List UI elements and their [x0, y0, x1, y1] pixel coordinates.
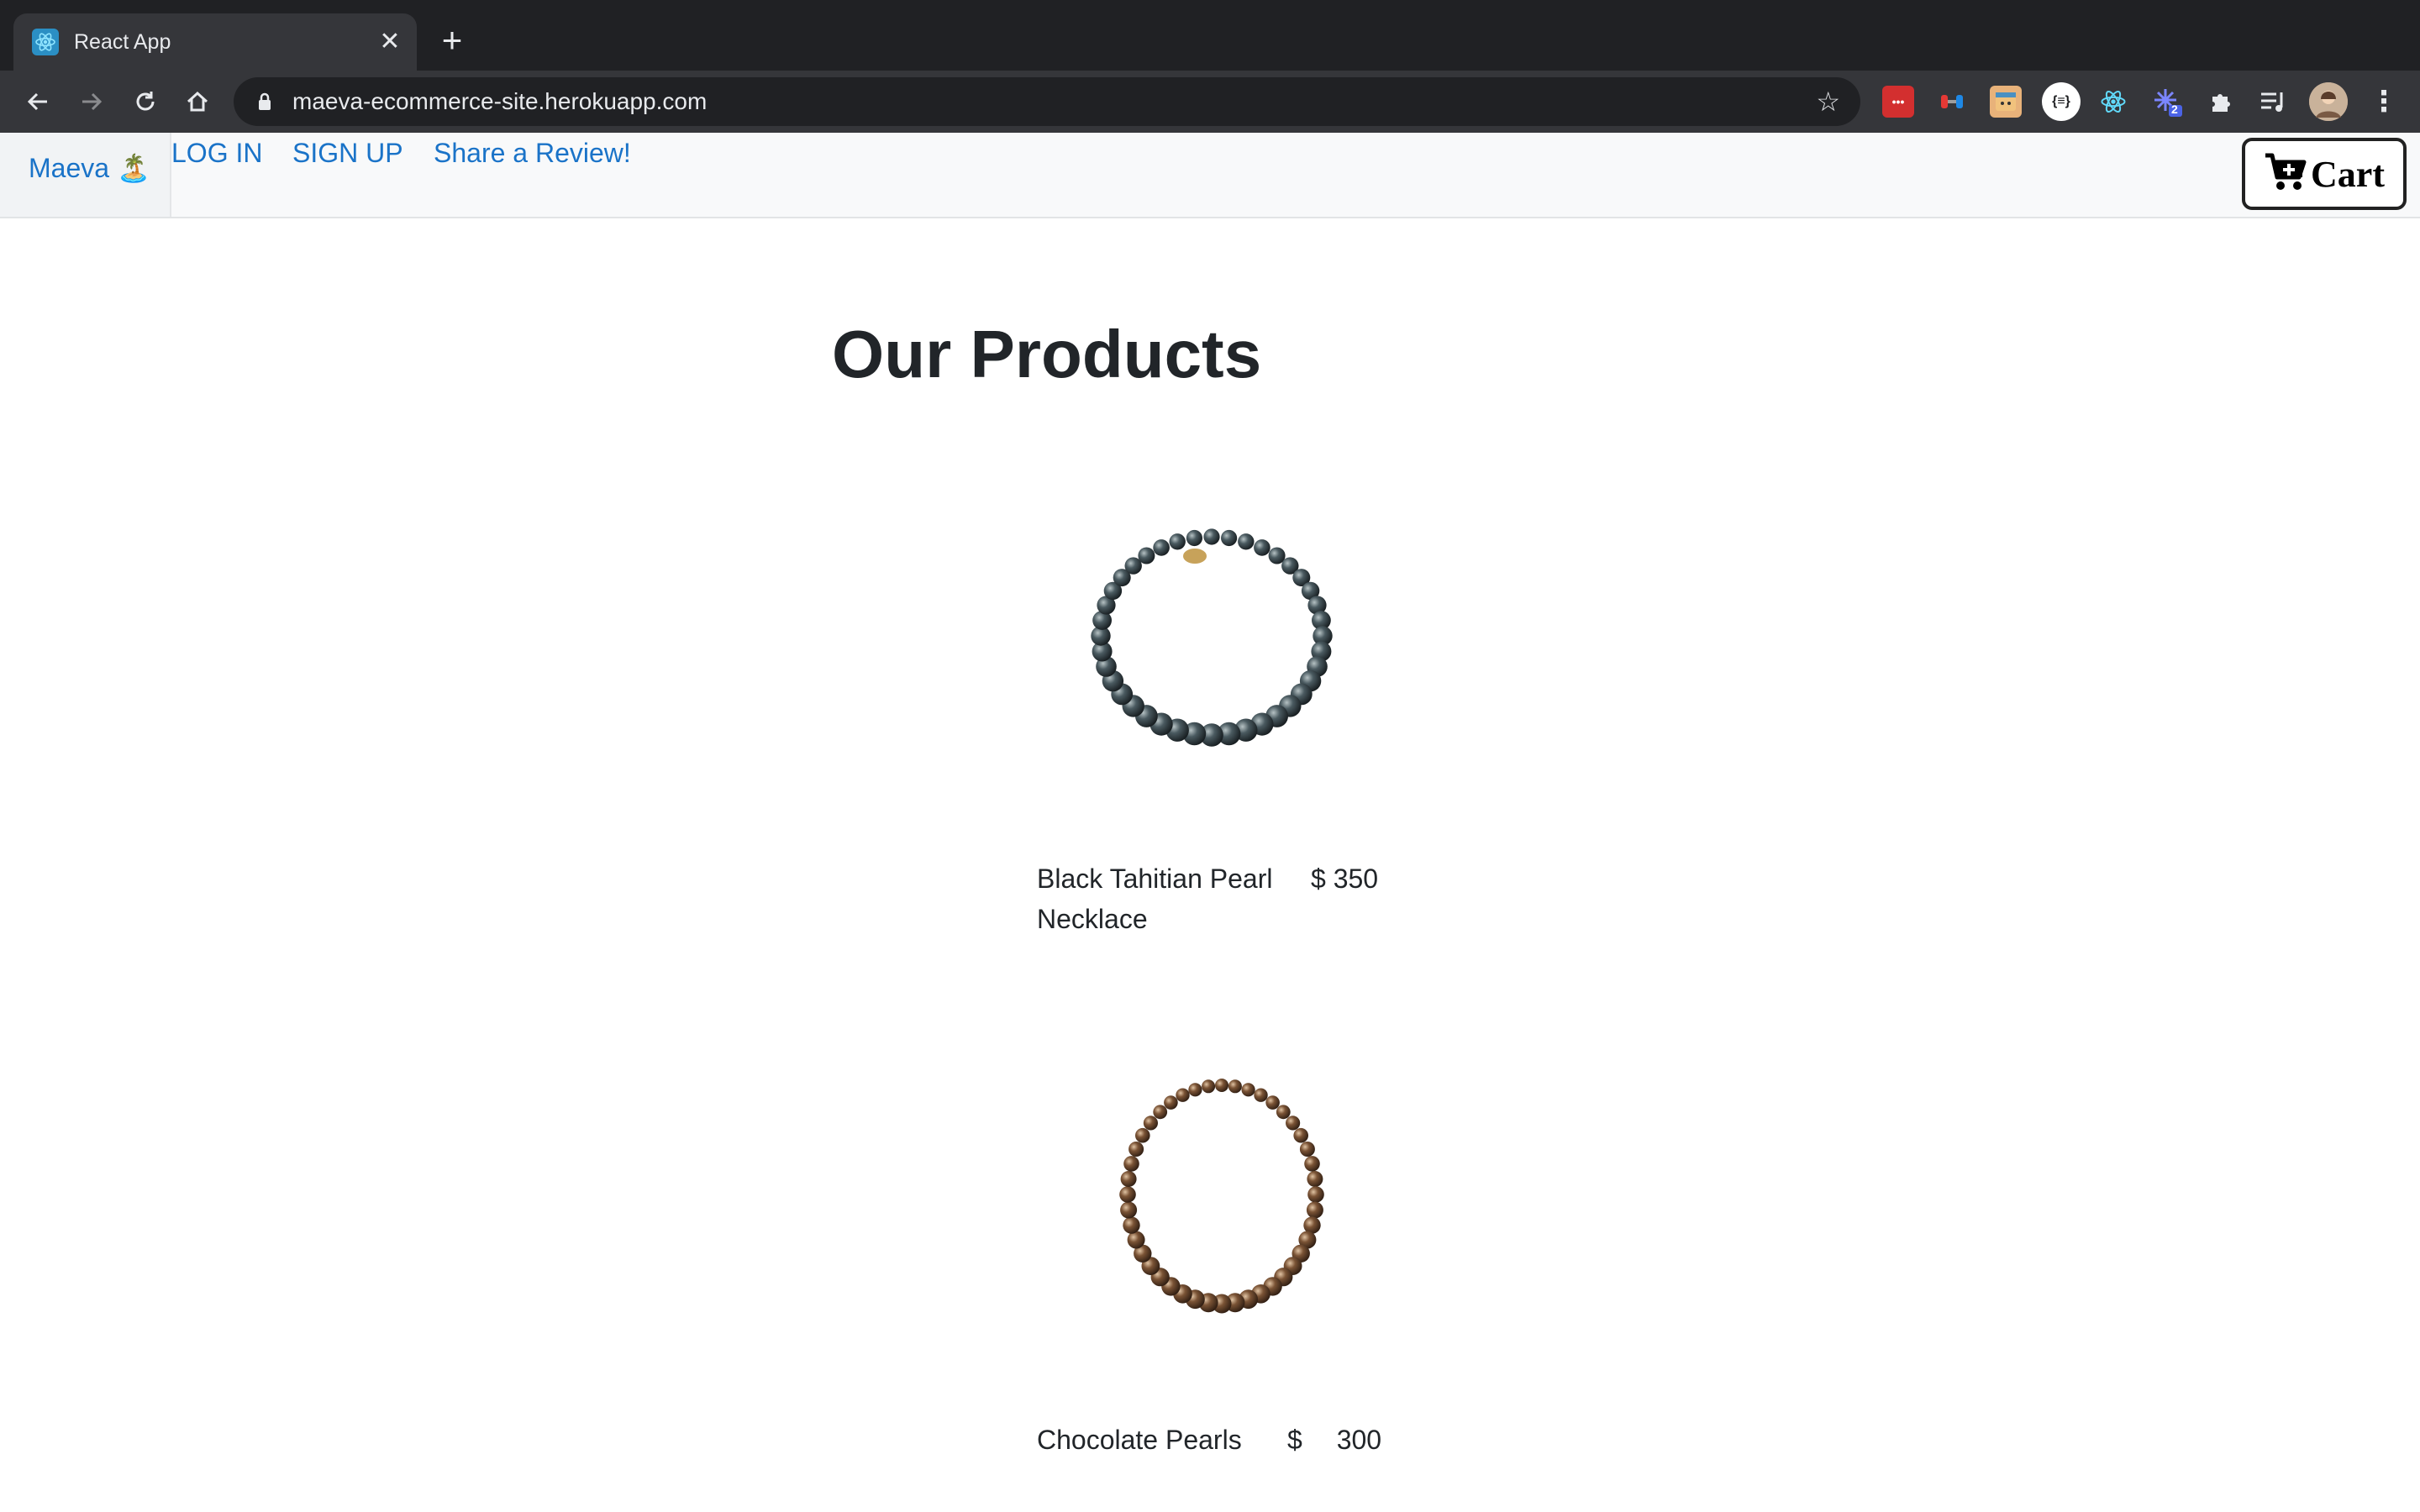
pearl: [1276, 1105, 1291, 1120]
loading-extension-icon[interactable]: 2: [2151, 86, 2183, 118]
brand-label: Maeva 🏝️: [29, 153, 150, 183]
price-value: 300: [1336, 1425, 1382, 1455]
signup-link[interactable]: SIGN UP: [292, 136, 403, 170]
pearl: [1188, 1083, 1202, 1097]
pearl: [1306, 1201, 1323, 1219]
pearl: [1203, 528, 1220, 545]
bookmark-star-icon[interactable]: ☆: [1816, 87, 1840, 116]
pearl: [1228, 1079, 1242, 1094]
page-title: Our Products: [832, 312, 1261, 396]
share-review-link[interactable]: Share a Review!: [434, 136, 631, 170]
puzzle-icon[interactable]: [2205, 86, 2237, 118]
extension-badge: 2: [2171, 102, 2178, 116]
pearl: [1169, 533, 1186, 550]
product-price: $ 350: [1311, 858, 1378, 899]
pearl: [1254, 539, 1270, 556]
price-currency: $: [1311, 864, 1326, 894]
pearl: [1286, 1116, 1301, 1131]
tab-title: React App: [74, 30, 171, 54]
pearl: [1202, 1079, 1216, 1094]
forward-icon[interactable]: [74, 84, 109, 119]
page-title-part2: Products: [970, 317, 1262, 391]
pearl: [1120, 1201, 1138, 1219]
pearl: [1135, 1127, 1150, 1143]
reload-icon[interactable]: [128, 84, 163, 119]
price-value: 350: [1333, 864, 1379, 894]
product-card[interactable]: Chocolate Pearls $ 300: [1037, 1052, 1407, 1505]
pearl: [1128, 1142, 1144, 1157]
brand-link[interactable]: Maeva 🏝️: [0, 133, 171, 217]
lock-icon: [257, 92, 272, 115]
pearl: [1304, 1156, 1320, 1172]
pearl: [1221, 529, 1238, 547]
browser-toolbar: maeva-ecommerce-site.herokuapp.com ☆ •••…: [0, 71, 2420, 133]
black-pearl-necklace-image[interactable]: [1087, 522, 1356, 791]
cart-label: Cart: [2311, 153, 2385, 195]
pearl: [1215, 1079, 1228, 1092]
product-card[interactable]: Black Tahitian Pearl Necklace $ 350: [1037, 504, 1407, 941]
pearl: [1127, 1231, 1145, 1249]
pearl: [1238, 533, 1255, 550]
home-icon[interactable]: [180, 84, 215, 119]
close-tab-icon[interactable]: ✕: [375, 27, 405, 57]
json-viewer-icon[interactable]: {≡}: [2042, 82, 2081, 121]
pearl: [1153, 539, 1170, 556]
cart-icon: [2264, 152, 2307, 197]
back-icon[interactable]: [20, 84, 55, 119]
new-tab-icon[interactable]: +: [435, 23, 469, 58]
pearl: [1241, 1083, 1255, 1097]
pearl: [1307, 1171, 1323, 1187]
pearl: [1123, 1156, 1139, 1172]
product-name: Chocolate Pearls: [1037, 1425, 1242, 1455]
pearl: [1176, 1088, 1190, 1102]
pearl: [1143, 1116, 1158, 1131]
pearl: [1265, 1095, 1280, 1110]
site-navbar: Maeva 🏝️ LOG IN SIGN UP Share a Review! …: [0, 133, 2420, 218]
lastpass-icon[interactable]: •••: [1882, 86, 1914, 118]
react-favicon-icon: [32, 29, 59, 55]
pearl: [1164, 1095, 1178, 1110]
pearl: [1138, 547, 1155, 564]
pearl: [1254, 1088, 1268, 1102]
menu-dots-icon[interactable]: ⋮: [2368, 86, 2400, 118]
pearl: [1299, 1142, 1315, 1157]
pearl: [1186, 529, 1202, 547]
pearl: [1293, 1127, 1308, 1143]
react-devtools-icon[interactable]: [2097, 86, 2129, 118]
avatar[interactable]: [2309, 82, 2348, 121]
colorpick-icon[interactable]: [1936, 86, 1968, 118]
browser-tabstrip: React App ✕ +: [0, 0, 2420, 71]
pearl: [1120, 1171, 1137, 1187]
playlist-icon[interactable]: [2257, 86, 2289, 118]
url-text: maeva-ecommerce-site.herokuapp.com: [292, 88, 708, 114]
page-title-part1: Our: [832, 317, 952, 391]
fox-icon[interactable]: [1990, 86, 2022, 118]
address-bar[interactable]: maeva-ecommerce-site.herokuapp.com ☆: [234, 77, 1860, 126]
price-currency: $: [1287, 1425, 1302, 1455]
pearl: [1119, 1186, 1136, 1203]
product-name: Black Tahitian Pearl Necklace: [1037, 864, 1273, 934]
cart-button[interactable]: Cart: [2242, 138, 2407, 210]
pearl: [1307, 1186, 1324, 1203]
login-link[interactable]: LOG IN: [171, 136, 262, 170]
chocolate-pearl-necklace-image[interactable]: [1096, 1068, 1348, 1337]
pearl: [1153, 1105, 1168, 1120]
product-price: $ 300: [1287, 1420, 1381, 1460]
browser-tab[interactable]: React App ✕: [13, 13, 417, 71]
pearl: [1123, 1216, 1140, 1234]
